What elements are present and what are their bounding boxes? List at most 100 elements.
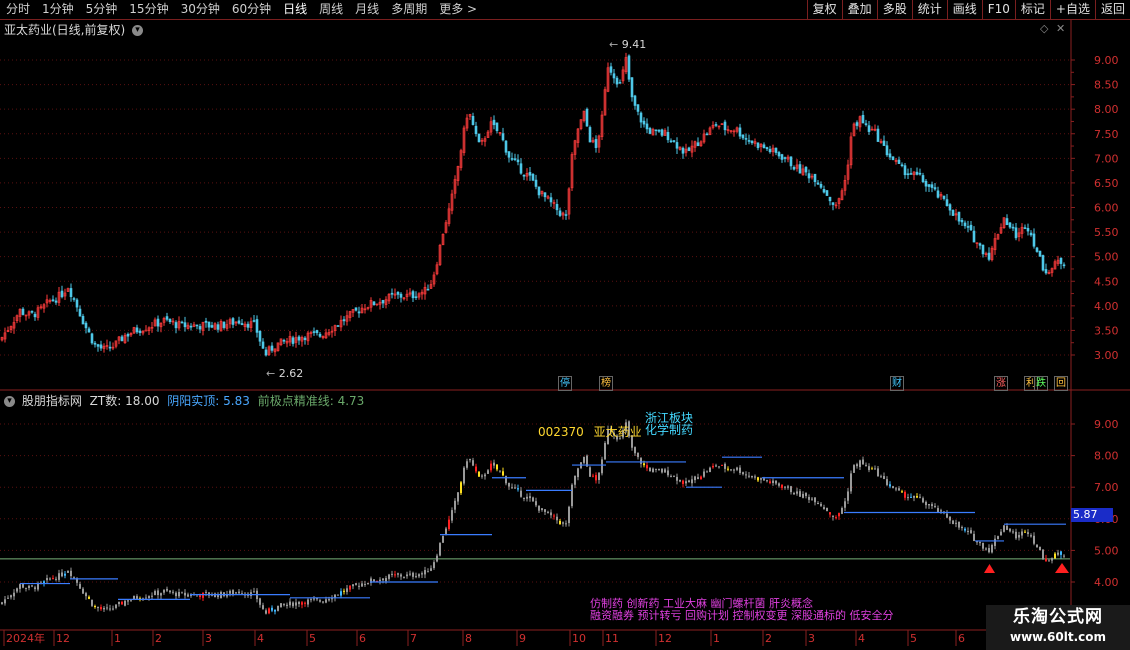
- sub-candle-body: [1021, 531, 1023, 536]
- sub-candle-body: [799, 491, 801, 497]
- sub-candle-body: [340, 591, 342, 596]
- sub-candle-body: [1033, 535, 1035, 544]
- candle-body: [669, 140, 673, 143]
- sub-candle-body: [85, 593, 87, 597]
- candle-body: [72, 298, 76, 300]
- main-y-tick-label: 5.00: [1094, 251, 1119, 264]
- candle-body: [777, 152, 781, 157]
- candle-body: [258, 330, 262, 342]
- event-marker[interactable]: 回: [1054, 376, 1068, 391]
- candle-body: [357, 311, 361, 314]
- sub-candle-body: [460, 482, 462, 494]
- sub-candle-body: [763, 478, 765, 481]
- x-tick-label: 9: [519, 632, 526, 645]
- sub-candle-body: [100, 607, 102, 610]
- sub-candle-body: [913, 495, 915, 498]
- candle-body: [951, 210, 955, 216]
- stock-name: 亚太药业: [593, 425, 642, 439]
- sub-candle-body: [802, 493, 804, 498]
- sub-candle-body: [457, 492, 459, 502]
- sub-candle-body: [811, 498, 813, 500]
- sub-candle-body: [574, 475, 576, 485]
- candle-body: [522, 174, 526, 177]
- sub-candle-body: [961, 527, 963, 529]
- sub-candle-body: [577, 468, 579, 478]
- candle-body: [261, 341, 265, 349]
- candle-body: [813, 173, 817, 183]
- sub-candle-body: [346, 588, 348, 592]
- sub-candle-body: [178, 592, 180, 597]
- candle-body: [315, 330, 319, 334]
- sub-candle-body: [1009, 528, 1011, 532]
- candle-body: [108, 346, 112, 349]
- sub-candle-body: [163, 590, 165, 593]
- main-y-tick-label: 7.50: [1094, 128, 1119, 141]
- event-marker[interactable]: 停: [558, 376, 572, 391]
- sub-candle-body: [640, 458, 642, 464]
- candle-body: [303, 337, 307, 341]
- sub-candle-body: [322, 601, 324, 603]
- candle-body: [900, 164, 904, 167]
- sub-candle-body: [406, 574, 408, 577]
- sub-candle-body: [478, 471, 480, 477]
- x-tick-label: 7: [410, 632, 417, 645]
- sub-candle-body: [307, 599, 309, 605]
- sub-candle-body: [958, 521, 960, 528]
- sub-candle-body: [754, 476, 756, 478]
- sub-candle-body: [736, 467, 738, 470]
- candle-body: [1026, 228, 1030, 232]
- sub-candle-body: [835, 517, 837, 519]
- sub-candle-body: [232, 590, 234, 595]
- candle-body: [756, 142, 760, 149]
- sub-candle-body: [280, 603, 282, 607]
- candle-body: [282, 339, 286, 342]
- chart-canvas[interactable]: 9.00 8.50 8.00 7.50 7.00 6.50 6.00 5.50 5.00 4.50…: [0, 0, 1130, 650]
- sub-candle-body: [508, 482, 510, 487]
- sub-candle-body: [682, 480, 684, 484]
- candle-body: [513, 158, 517, 160]
- candle-body: [783, 157, 787, 159]
- sub-candle-body: [19, 584, 21, 589]
- sub-candle-body: [859, 460, 861, 468]
- candle-body: [924, 180, 928, 187]
- sub-candle-body: [136, 596, 138, 599]
- candle-body: [246, 323, 250, 328]
- sub-candle-body: [892, 486, 894, 489]
- sub-candle-body: [712, 465, 714, 468]
- event-marker[interactable]: 涨: [994, 376, 1008, 391]
- candle-body: [501, 133, 505, 141]
- candle-body: [390, 292, 394, 295]
- event-marker[interactable]: 榜: [599, 376, 613, 391]
- candle-body: [816, 182, 820, 185]
- sub-candle-body: [634, 447, 636, 454]
- candle-body: [51, 299, 55, 302]
- sub-candle-body: [727, 468, 729, 470]
- sub-candle-body: [430, 568, 432, 571]
- sub-candle-body: [985, 548, 987, 550]
- candle-body: [210, 325, 214, 328]
- diamond-icon[interactable]: ◇: [1040, 22, 1049, 35]
- x-tick-label: 2: [155, 632, 162, 645]
- main-y-tick-label: 8.50: [1094, 79, 1119, 92]
- x-tick-label: 12: [658, 632, 672, 645]
- sub-candle-body: [292, 602, 294, 607]
- candle-body: [555, 204, 559, 211]
- main-y-tick-label: 3.50: [1094, 324, 1119, 337]
- candle-body: [30, 310, 34, 313]
- sub-candle-body: [823, 507, 825, 509]
- close-icon[interactable]: ✕: [1056, 22, 1065, 35]
- candle-body: [426, 288, 430, 291]
- sub-candle-body: [853, 465, 855, 473]
- event-marker[interactable]: 财: [890, 376, 904, 391]
- sub-candle-body: [520, 490, 522, 497]
- candle-body: [336, 325, 340, 327]
- sub-candle-body: [784, 486, 786, 488]
- x-tick-label: 5: [309, 632, 316, 645]
- sub-candle-body: [679, 479, 681, 482]
- sub-candle-body: [871, 468, 873, 470]
- sub-y-tick-label: 7.00: [1094, 481, 1119, 494]
- event-marker[interactable]: 跌: [1034, 376, 1048, 391]
- x-tick-label: 1: [114, 632, 121, 645]
- sub-candle-body: [1000, 531, 1002, 536]
- sub-candle-body: [64, 573, 66, 576]
